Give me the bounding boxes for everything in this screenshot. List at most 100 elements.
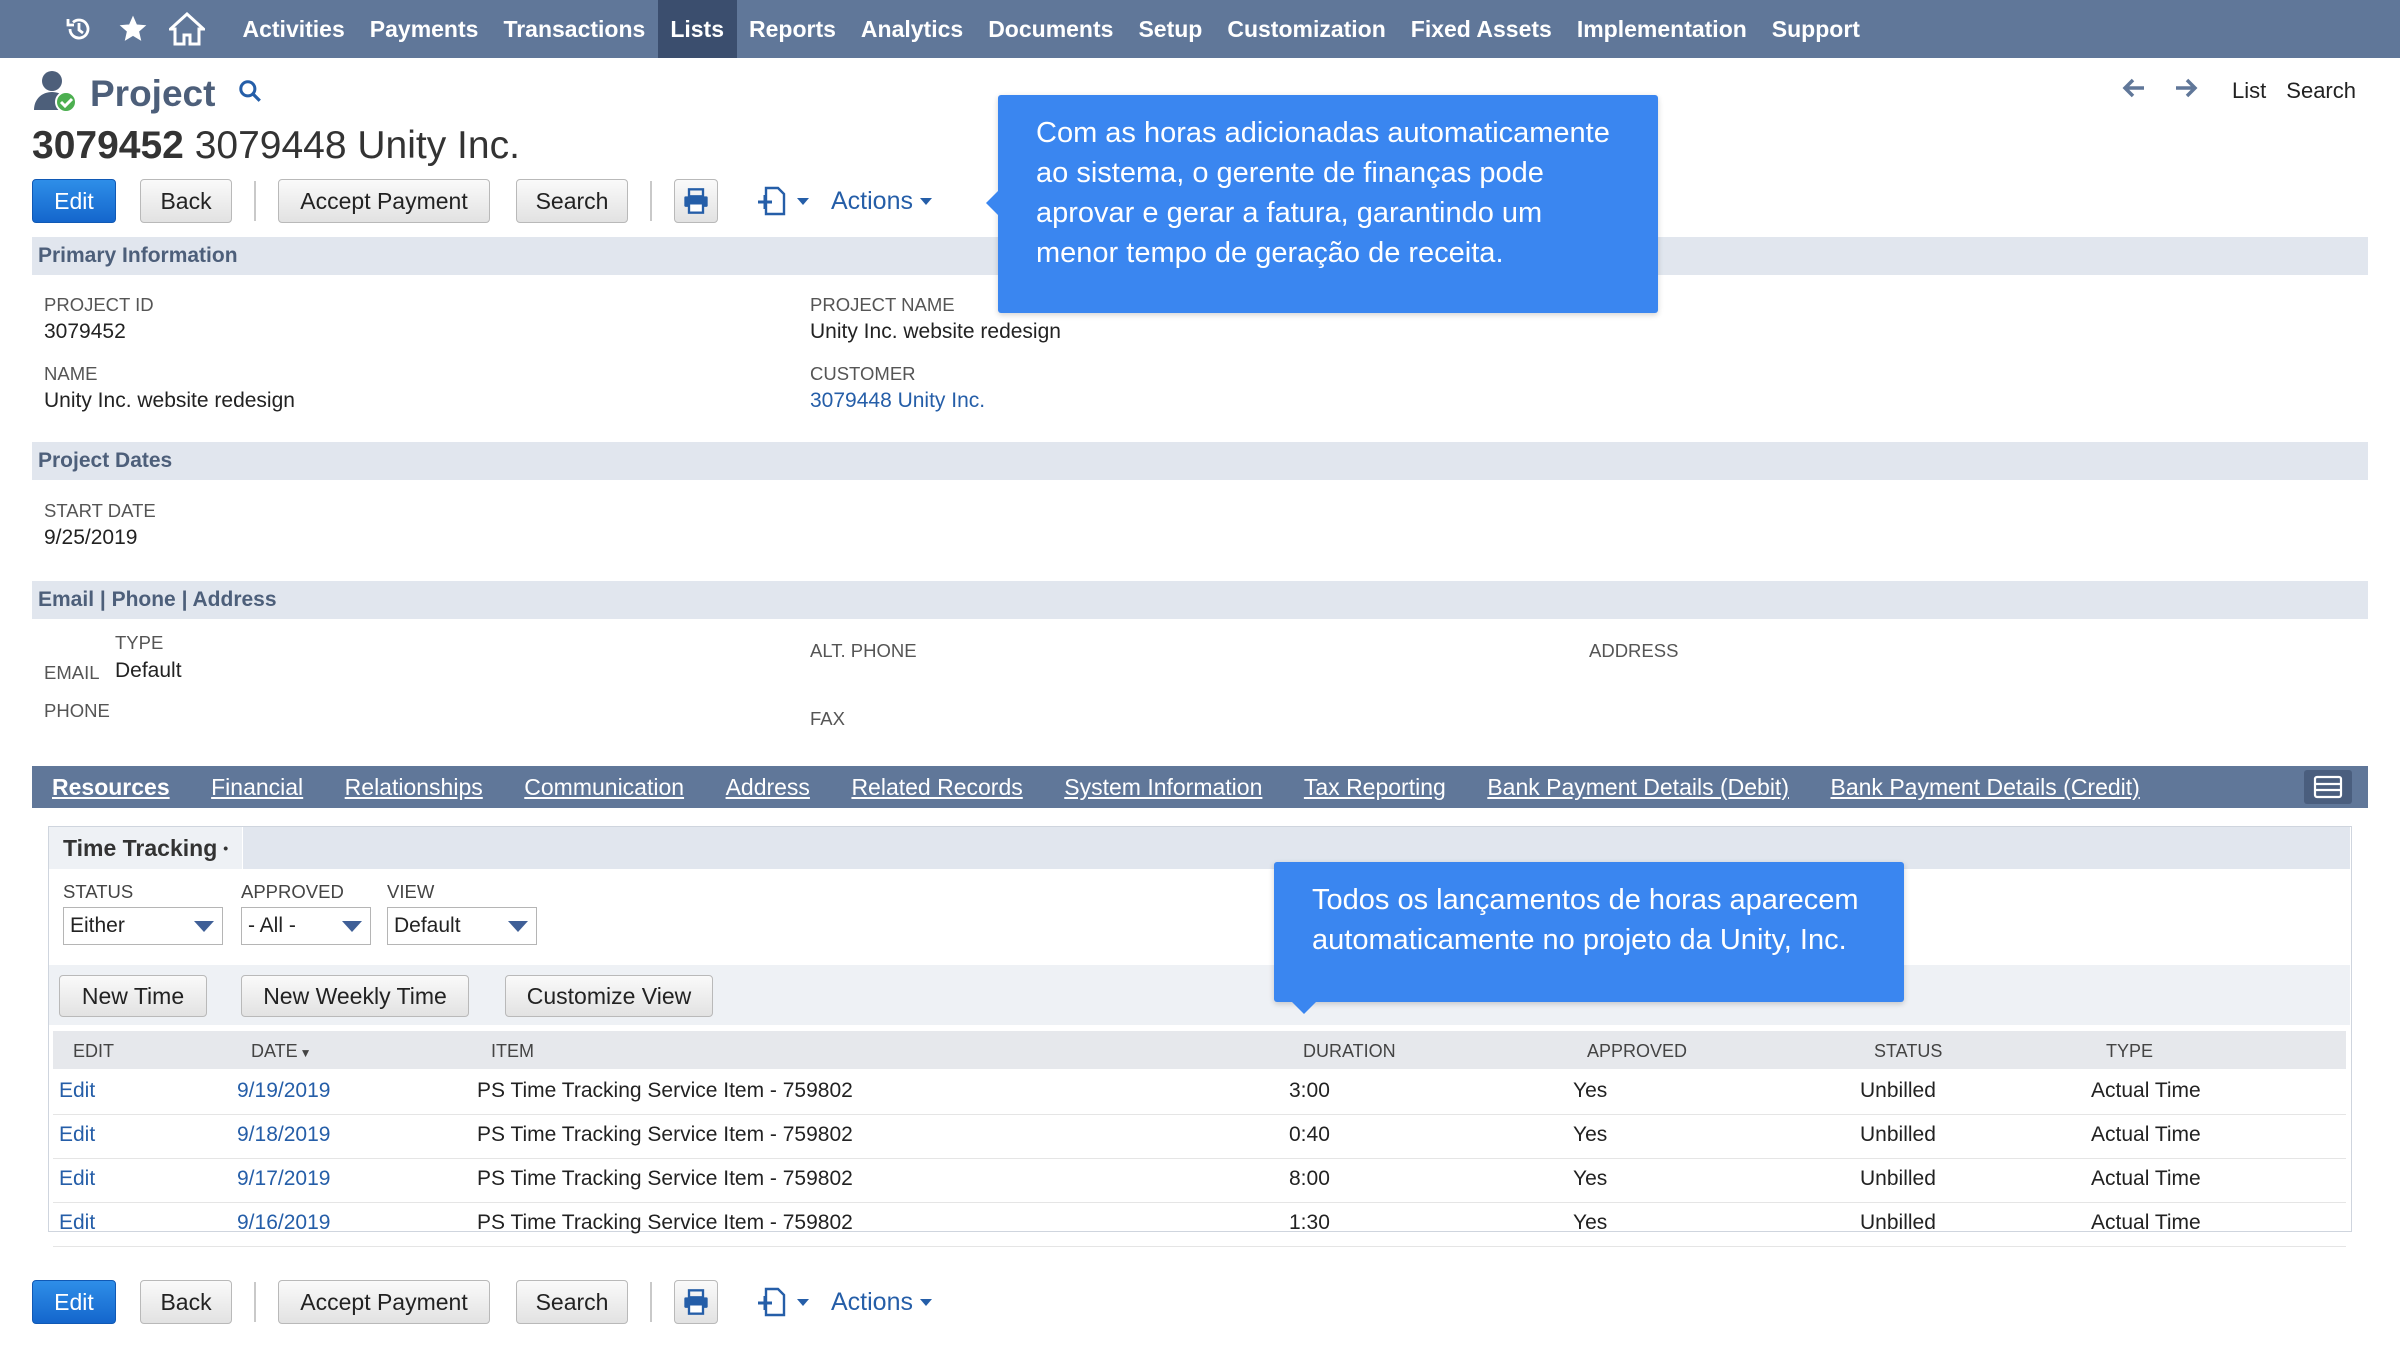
cell-approved: Yes <box>1573 1211 1608 1234</box>
list-link[interactable]: List <box>2232 78 2266 104</box>
name-label: NAME <box>44 363 98 384</box>
new-record-menu[interactable] <box>756 1286 809 1318</box>
tab-bank-payment-details-debit[interactable]: Bank Payment Details (Debit) <box>1487 774 1789 801</box>
column-header-type: TYPE <box>2106 1041 2154 1061</box>
button-separator <box>650 1282 652 1322</box>
new-record-icon <box>758 186 786 216</box>
nav-item-lists[interactable]: Lists <box>657 0 737 58</box>
tab-system-information[interactable]: System Information <box>1064 774 1262 801</box>
nav-item-setup[interactable]: Setup <box>1126 0 1215 58</box>
cell-duration: 8:00 <box>1289 1167 1330 1190</box>
chevron-down-icon <box>919 1298 932 1306</box>
cell-date-link[interactable]: 9/16/2019 <box>237 1211 330 1235</box>
new-record-menu[interactable] <box>756 185 809 217</box>
section-email-phone-address[interactable]: Email | Phone | Address <box>32 581 2368 619</box>
tab-time-tracking[interactable]: Time Tracking • <box>49 827 244 869</box>
cell-date-link[interactable]: 9/18/2019 <box>237 1123 330 1147</box>
print-button[interactable] <box>674 179 718 223</box>
cell-type: Actual Time <box>2091 1123 2201 1146</box>
nav-item-analytics[interactable]: Analytics <box>848 0 975 58</box>
bullet-icon: • <box>223 840 229 856</box>
view-filter-select[interactable]: Default <box>387 907 537 945</box>
nav-item-documents[interactable]: Documents <box>976 0 1126 58</box>
cell-status: Unbilled <box>1860 1211 1936 1234</box>
previous-arrow-icon[interactable] <box>2122 78 2146 104</box>
edit-button[interactable]: Edit <box>32 179 116 223</box>
customer-link[interactable]: 3079448 Unity Inc. <box>810 389 985 413</box>
phone-label: PHONE <box>44 700 110 721</box>
nav-item-customization[interactable]: Customization <box>1215 0 1398 58</box>
next-arrow-icon[interactable] <box>2174 78 2198 104</box>
chevron-down-icon <box>194 921 214 932</box>
chevron-down-icon <box>508 921 528 932</box>
recent-icon[interactable] <box>52 0 106 58</box>
cell-date-link[interactable]: 9/19/2019 <box>237 1079 330 1103</box>
nav-item-support[interactable]: Support <box>1759 0 1872 58</box>
back-button[interactable]: Back <box>140 179 232 223</box>
search-button[interactable]: Search <box>516 1280 628 1324</box>
button-separator <box>650 181 652 221</box>
cell-edit-link[interactable]: Edit <box>59 1123 95 1147</box>
customize-view-button[interactable]: Customize View <box>505 975 713 1017</box>
nav-menu: Activities Payments Transactions Lists Repor… <box>230 0 1872 58</box>
nav-item-activities[interactable]: Activities <box>230 0 357 58</box>
section-project-dates[interactable]: Project Dates <box>32 442 2368 480</box>
cell-edit-link[interactable]: Edit <box>59 1079 95 1103</box>
cell-status: Unbilled <box>1860 1167 1936 1190</box>
status-filter-select[interactable]: Either <box>63 907 223 945</box>
tab-relationships[interactable]: Relationships <box>345 774 483 801</box>
cell-duration: 1:30 <box>1289 1211 1330 1234</box>
subtab-bar: Resources Financial Relationships Communica… <box>32 766 2368 808</box>
new-weekly-time-button[interactable]: New Weekly Time <box>241 975 469 1017</box>
cell-approved: Yes <box>1573 1123 1608 1146</box>
cell-item: PS Time Tracking Service Item - 759802 <box>477 1211 853 1234</box>
search-icon[interactable] <box>237 78 263 109</box>
tab-address[interactable]: Address <box>726 774 810 801</box>
callout-line: Todos os lançamentos de horas aparecem <box>1312 884 1859 916</box>
print-button[interactable] <box>674 1280 718 1324</box>
chevron-down-icon <box>797 1298 809 1306</box>
nav-item-fixed-assets[interactable]: Fixed Assets <box>1398 0 1564 58</box>
page-title-row: Project <box>32 68 263 119</box>
tab-tax-reporting[interactable]: Tax Reporting <box>1304 774 1446 801</box>
tab-bank-payment-details-credit[interactable]: Bank Payment Details (Credit) <box>1831 774 2140 801</box>
cell-approved: Yes <box>1573 1167 1608 1190</box>
search-button[interactable]: Search <box>516 179 628 223</box>
table-row: Edit 9/16/2019 PS Time Tracking Service It… <box>53 1203 2346 1247</box>
cell-edit-link[interactable]: Edit <box>59 1167 95 1191</box>
top-button-bar: Edit Back Accept Payment Search Actions <box>32 179 932 223</box>
subtab-strip: Time Tracking • <box>49 827 2350 869</box>
actions-menu[interactable]: Actions <box>831 187 932 216</box>
actions-menu[interactable]: Actions <box>831 1288 932 1317</box>
edit-button[interactable]: Edit <box>32 1280 116 1324</box>
table-row: Edit 9/18/2019 PS Time Tracking Service It… <box>53 1115 2346 1159</box>
column-header-date[interactable]: DATE ▼ <box>251 1041 312 1062</box>
cell-type: Actual Time <box>2091 1079 2201 1102</box>
nav-item-transactions[interactable]: Transactions <box>491 0 658 58</box>
back-button[interactable]: Back <box>140 1280 232 1324</box>
cell-item: PS Time Tracking Service Item - 759802 <box>477 1167 853 1190</box>
star-icon[interactable] <box>106 0 160 58</box>
tab-related-records[interactable]: Related Records <box>851 774 1022 801</box>
home-icon[interactable] <box>160 0 214 58</box>
tab-communication[interactable]: Communication <box>524 774 684 801</box>
project-name-label: PROJECT NAME <box>810 294 955 315</box>
callout-pointer <box>1292 1002 1316 1014</box>
tab-resources[interactable]: Resources <box>52 774 170 801</box>
nav-item-reports[interactable]: Reports <box>737 0 849 58</box>
accept-payment-button[interactable]: Accept Payment <box>278 179 490 223</box>
nav-item-payments[interactable]: Payments <box>357 0 491 58</box>
nav-item-implementation[interactable]: Implementation <box>1564 0 1759 58</box>
record-navigation: List Search <box>2108 78 2356 104</box>
search-link[interactable]: Search <box>2286 78 2356 104</box>
layout-toggle-button[interactable] <box>2304 770 2352 804</box>
accept-payment-button[interactable]: Accept Payment <box>278 1280 490 1324</box>
project-icon <box>32 68 78 119</box>
cell-edit-link[interactable]: Edit <box>59 1211 95 1235</box>
column-header-edit: EDIT <box>73 1041 115 1061</box>
tab-financial[interactable]: Financial <box>211 774 303 801</box>
cell-date-link[interactable]: 9/17/2019 <box>237 1167 330 1191</box>
approved-filter-select[interactable]: - All - <box>241 907 371 945</box>
approved-filter-label: APPROVED <box>241 881 344 902</box>
new-time-button[interactable]: New Time <box>59 975 207 1017</box>
